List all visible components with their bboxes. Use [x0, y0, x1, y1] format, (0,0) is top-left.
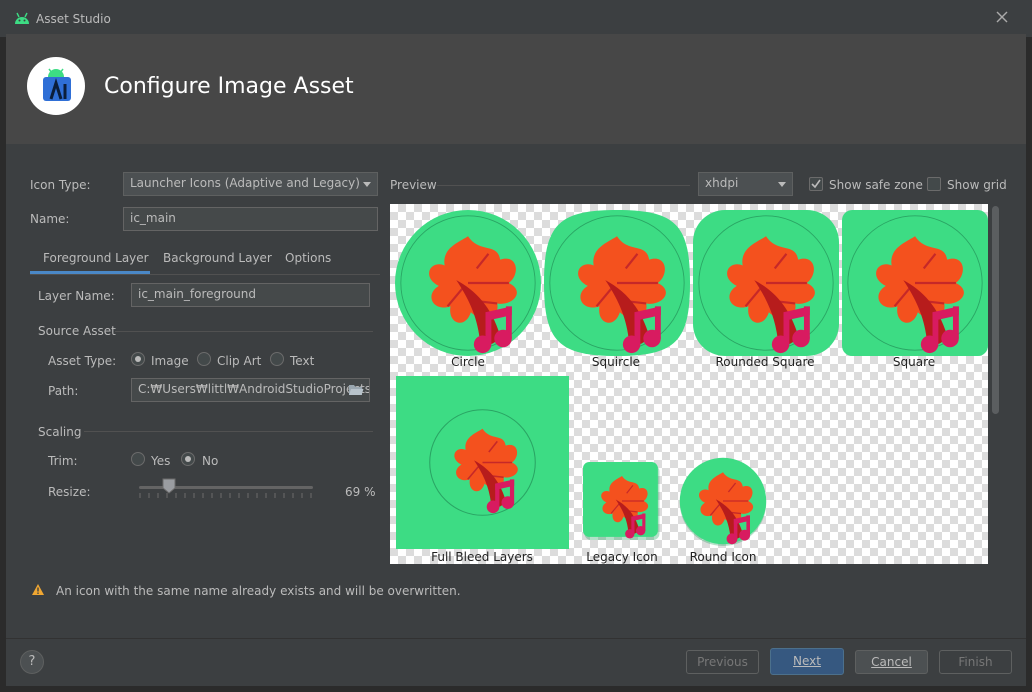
source-asset-divider	[115, 331, 373, 332]
name-field[interactable]: ic_main	[123, 207, 378, 231]
asset-type-text-radio[interactable]	[270, 352, 284, 366]
asset-type-clipart-radio[interactable]	[197, 352, 211, 366]
square-icon-preview	[842, 210, 988, 356]
trim-no-label: No	[202, 454, 219, 468]
resize-slider-thumb[interactable]	[162, 478, 176, 494]
path-field[interactable]: C:₩Users₩littl₩AndroidStudioProjects₩	[131, 378, 370, 402]
density-select[interactable]: xhdpi	[698, 172, 793, 196]
caption-square: Square	[892, 355, 936, 369]
density-value: xhdpi	[705, 176, 739, 190]
preview-panel: Circle Squircle Rounded Square Square Fu…	[390, 204, 988, 564]
warning-icon	[32, 584, 44, 595]
icon-type-select[interactable]: Launcher Icons (Adaptive and Legacy)	[123, 172, 378, 196]
asset-type-image-label: Image	[151, 354, 189, 368]
show-safe-zone-checkbox[interactable]	[809, 177, 823, 191]
legacy-icon-preview	[583, 462, 660, 540]
trim-label: Trim:	[48, 454, 78, 468]
scaling-title: Scaling	[38, 425, 82, 439]
trim-no-radio[interactable]	[181, 452, 195, 466]
scaling-divider	[84, 431, 373, 432]
round-icon-preview	[679, 457, 767, 546]
source-asset-title: Source Asset	[38, 324, 116, 338]
icon-type-value: Launcher Icons (Adaptive and Legacy)	[130, 176, 360, 190]
previous-button[interactable]: Previous	[686, 650, 759, 674]
caption-circle: Circle	[451, 355, 485, 369]
tab-divider	[30, 274, 380, 275]
tab-foreground-layer[interactable]: Foreground Layer	[43, 251, 149, 265]
help-button[interactable]: ?	[20, 650, 44, 674]
caption-squircle: Squircle	[591, 355, 641, 369]
show-grid-checkbox[interactable]	[927, 177, 941, 191]
caption-full-bleed: Full Bleed Layers	[431, 550, 533, 564]
circle-icon-preview	[395, 210, 541, 356]
close-icon[interactable]	[994, 9, 1010, 25]
preview-scrollbar[interactable]	[988, 204, 1002, 564]
asset-type-clipart-label: Clip Art	[217, 354, 262, 368]
show-grid-label: Show grid	[947, 178, 1007, 192]
warning-text: An icon with the same name already exist…	[56, 584, 461, 598]
path-value: C:₩Users₩littl₩AndroidStudioProjects₩	[138, 382, 370, 396]
asset-type-text-label: Text	[290, 354, 315, 368]
name-label: Name:	[30, 212, 70, 226]
asset-type-image-radio[interactable]	[131, 352, 145, 366]
tab-selected-indicator	[30, 271, 150, 274]
page-title: Configure Image Asset	[104, 74, 354, 99]
layer-name-label: Layer Name:	[38, 289, 115, 303]
resize-slider-ticks	[139, 493, 312, 498]
chevron-down-icon	[363, 182, 371, 187]
icon-type-label: Icon Type:	[30, 178, 91, 192]
android-studio-logo	[27, 57, 85, 115]
tab-background-layer[interactable]: Background Layer	[163, 251, 272, 265]
caption-rounded-square: Rounded Square	[715, 355, 815, 369]
trim-yes-radio[interactable]	[131, 452, 145, 466]
dialog-header: Configure Image Asset	[6, 34, 1026, 144]
squircle-icon-preview	[544, 210, 690, 356]
rounded-square-icon-preview	[693, 210, 839, 356]
android-icon	[15, 12, 29, 24]
preview-label: Preview	[390, 178, 437, 192]
preview-scrollbar-thumb[interactable]	[992, 206, 999, 414]
tab-options[interactable]: Options	[285, 251, 331, 265]
full-bleed-icon-preview	[396, 376, 569, 549]
show-safe-zone-label: Show safe zone	[829, 178, 923, 192]
finish-button[interactable]: Finish	[939, 650, 1012, 674]
title-bar: Asset Studio	[0, 0, 1032, 38]
window-title: Asset Studio	[36, 12, 111, 26]
next-button[interactable]: Next	[770, 648, 844, 675]
trim-yes-label: Yes	[151, 454, 171, 468]
preview-divider	[437, 185, 690, 186]
resize-label: Resize:	[48, 485, 91, 499]
checkmark-icon	[811, 179, 821, 189]
cancel-button[interactable]: Cancel	[855, 650, 928, 674]
folder-icon[interactable]	[348, 383, 364, 397]
chevron-down-icon	[778, 182, 786, 187]
caption-round: Round Icon	[689, 550, 757, 564]
resize-value: 69 %	[345, 485, 376, 499]
layer-name-field[interactable]: ic_main_foreground	[131, 283, 370, 307]
path-label: Path:	[48, 384, 79, 398]
caption-legacy: Legacy Icon	[586, 550, 658, 564]
asset-type-label: Asset Type:	[48, 354, 117, 368]
